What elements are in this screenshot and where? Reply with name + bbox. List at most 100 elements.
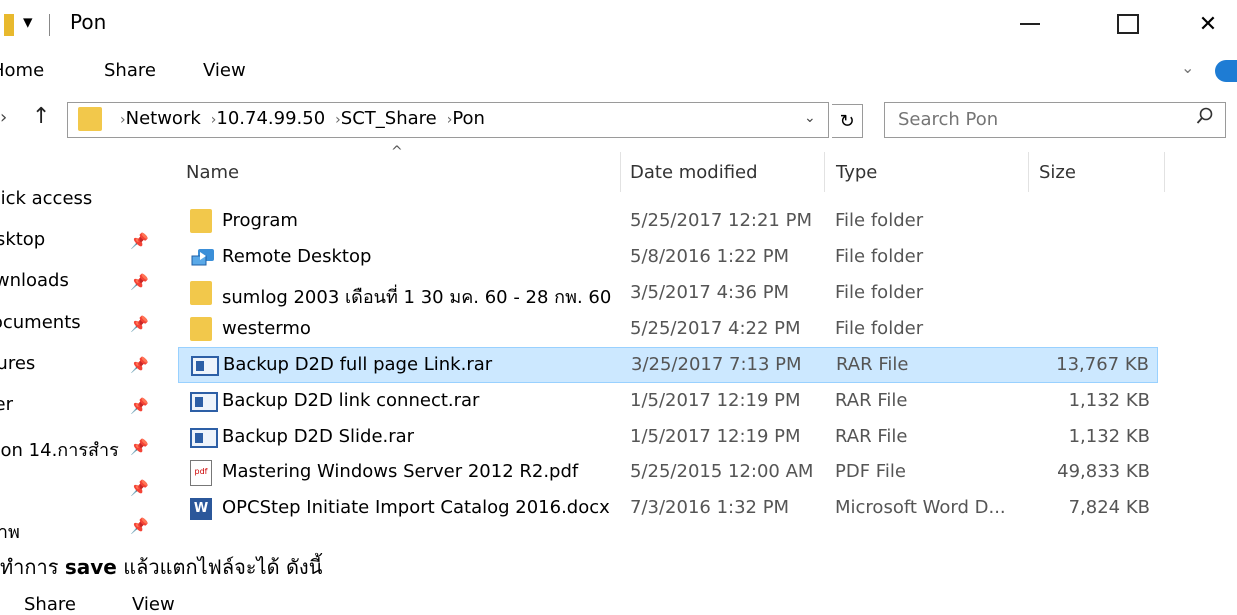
nav-item-pictures[interactable]: Pictures [0,353,120,374]
file-name: Remote Desktop [222,246,372,267]
rar-icon [190,392,218,412]
file-name: Program [222,210,298,231]
column-header-date[interactable]: Date modified [630,162,758,183]
breadcrumb-host[interactable]: 10.74.99.50 [216,108,325,129]
file-type: PDF File [835,461,906,482]
file-row[interactable]: Backup D2D Slide.rar 1/5/2017 12:19 PM R… [178,420,1158,456]
file-type: File folder [835,246,924,267]
column-divider[interactable] [1164,152,1165,192]
nav-item-quick-access[interactable]: Quick access [0,188,120,209]
pin-icon[interactable]: 📌 [130,397,149,415]
close-icon: ✕ [1198,11,1218,37]
tab-home[interactable]: Home [0,60,44,81]
column-header-name[interactable]: Name [186,162,239,183]
column-header-size[interactable]: Size [1039,162,1076,183]
quick-access-dropdown[interactable]: ▾ [23,11,33,33]
pdf-icon: pdf [190,460,212,486]
ribbon-collapse-icon[interactable]: ⌄ [1181,58,1194,77]
file-row[interactable]: westermo 5/25/2017 4:22 PM File folder [178,312,1158,348]
pin-icon[interactable]: 📌 [130,315,149,333]
file-row[interactable]: Remote Desktop 5/8/2016 1:22 PM File fol… [178,240,1158,276]
folder-icon [78,107,102,131]
file-type: File folder [835,282,924,303]
close-button[interactable]: ✕ [1188,6,1228,42]
file-row[interactable]: Program 5/25/2017 12:21 PM File folder [178,204,1158,240]
address-dropdown-icon[interactable]: ⌄ [804,110,816,126]
search-icon-svg [1196,107,1213,124]
nav-item-server[interactable]: Server [0,394,120,415]
file-type: File folder [835,210,924,231]
nav-item-documents[interactable]: Documents [0,312,120,333]
breadcrumb-network[interactable]: Network [126,108,201,129]
tab-share-bottom[interactable]: Share [24,594,76,615]
file-size: 1,132 KB [1068,426,1150,447]
rar-icon [190,428,218,448]
caption-bold: save [64,555,117,579]
column-divider[interactable] [824,152,825,192]
tab-view-bottom[interactable]: View [132,594,175,615]
column-header-type[interactable]: Type [836,162,877,183]
pin-icon[interactable]: 📌 [130,356,149,374]
tab-view[interactable]: View [203,60,246,81]
file-date: 3/25/2017 7:13 PM [631,354,802,375]
tab-share[interactable]: Share [104,60,156,81]
remote-desktop-icon-svg [191,249,214,266]
file-row[interactable]: W OPCStep Initiate Import Catalog 2016.d… [178,491,1158,527]
file-name: westermo [222,318,311,339]
refresh-icon: ↻ [839,110,855,132]
file-type: RAR File [835,426,908,447]
search-icon[interactable] [1196,107,1214,130]
file-date: 7/3/2016 1:32 PM [630,497,790,518]
pin-icon[interactable]: 📌 [130,438,149,456]
word-icon: W [190,498,212,520]
breadcrumb-share[interactable]: SCT_Share [341,108,437,129]
search-input[interactable] [898,109,1168,130]
file-date: 1/5/2017 12:19 PM [630,390,801,411]
file-row-selected[interactable]: Backup D2D full page Link.rar 3/25/2017 … [178,347,1158,383]
file-size: 7,824 KB [1068,497,1150,518]
file-size: 1,132 KB [1068,390,1150,411]
nav-item-desktop[interactable]: Desktop [0,229,120,250]
file-date: 3/5/2017 4:36 PM [630,282,790,303]
minimize-icon [1020,23,1040,25]
pin-icon[interactable]: 📌 [130,517,149,535]
file-row[interactable]: pdf Mastering Windows Server 2012 R2.pdf… [178,455,1158,491]
folder-icon [190,317,212,341]
nav-item-photos[interactable]: ภาพ [0,517,120,546]
file-date: 5/25/2017 4:22 PM [630,318,801,339]
breadcrumb-current[interactable]: Pon [452,108,485,129]
caption-text: ทำการ save แล้วแตกไฟล์จะได้ ดังนี้ [0,555,323,579]
file-row[interactable]: Backup D2D link connect.rar 1/5/2017 12:… [178,384,1158,420]
file-row[interactable]: sumlog 2003 เดือนที่ 1 30 มค. 60 - 28 กพ… [178,276,1158,312]
folder-icon [190,209,212,233]
file-name: OPCStep Initiate Import Catalog 2016.doc… [222,497,610,518]
refresh-button[interactable]: ↻ [832,104,863,138]
column-divider[interactable] [620,152,621,192]
help-icon[interactable] [1215,60,1237,82]
up-arrow-icon[interactable]: ↑ [32,104,50,129]
maximize-icon [1117,14,1139,34]
file-size: 49,833 KB [1057,461,1150,482]
file-name: Backup D2D full page Link.rar [223,354,493,375]
column-divider[interactable] [1028,152,1029,192]
file-name: Mastering Windows Server 2012 R2.pdf [222,461,579,482]
sort-ascending-icon: ^ [391,144,403,160]
recent-locations-icon[interactable]: › [0,107,7,128]
file-date: 5/25/2017 12:21 PM [630,210,812,231]
nav-item-downloads[interactable]: Downloads [0,270,120,291]
nav-item-lesson[interactable]: Lesson 14.การสำร [0,435,128,464]
pin-icon[interactable]: 📌 [130,479,149,497]
window-title: Pon [70,10,107,34]
file-type: Microsoft Word D... [835,497,1006,518]
maximize-button[interactable] [1108,6,1148,42]
pin-icon[interactable]: 📌 [130,232,149,250]
breadcrumb: ›Network ›10.74.99.50 ›SCT_Share ›Pon [110,108,485,129]
file-size: 13,767 KB [1056,354,1149,375]
file-name: Backup D2D Slide.rar [222,426,415,447]
minimize-button[interactable] [1010,6,1050,42]
file-date: 5/25/2015 12:00 AM [630,461,814,482]
pin-icon[interactable]: 📌 [130,273,149,291]
folder-icon [4,14,14,36]
remote-desktop-icon [190,247,214,269]
file-type: RAR File [835,390,908,411]
